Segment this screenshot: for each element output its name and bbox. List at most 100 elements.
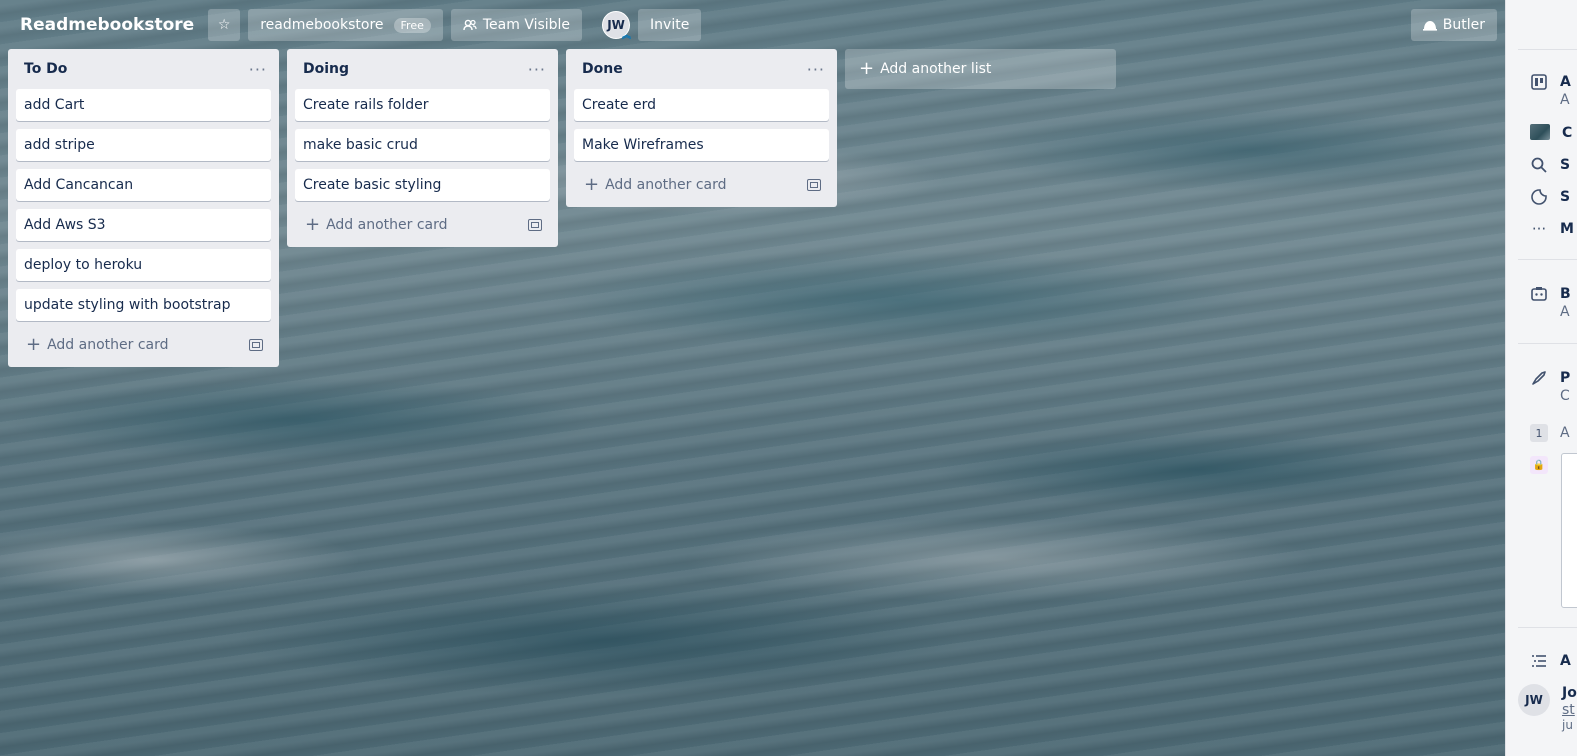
activity-link[interactable]: st xyxy=(1562,702,1577,718)
avatar[interactable]: JW xyxy=(1518,684,1550,716)
add-card-label: Add another card xyxy=(47,337,169,353)
team-visible-icon xyxy=(463,19,477,31)
card-template-icon[interactable] xyxy=(807,179,821,191)
add-card-label: Add another card xyxy=(326,217,448,233)
list-doing: Doing ··· Create rails folder make basic… xyxy=(287,49,558,247)
sticker-icon xyxy=(1531,189,1547,205)
list-footer: + Add another card xyxy=(566,169,837,201)
visibility-label: Team Visible xyxy=(482,17,571,33)
list-header: Doing ··· xyxy=(287,49,558,89)
list-title[interactable]: Done xyxy=(582,61,623,77)
search-icon xyxy=(1531,157,1547,173)
butler-button[interactable]: Butler xyxy=(1410,9,1497,41)
sidebar-header xyxy=(1518,0,1577,50)
sidebar-item-more[interactable]: ··· M xyxy=(1530,220,1574,238)
plus-icon: + xyxy=(584,174,600,195)
sidebar-item-sub: A xyxy=(1560,92,1570,108)
power-up-icon xyxy=(1532,371,1546,385)
card-template-icon[interactable] xyxy=(528,219,542,231)
card[interactable]: Create basic styling xyxy=(295,169,550,201)
add-card-label: Add another card xyxy=(605,177,727,193)
list-footer: + Add another card xyxy=(287,209,558,241)
activity-label: A xyxy=(1560,653,1571,669)
sidebar-activity-header: A xyxy=(1530,652,1571,670)
plus-icon: + xyxy=(305,214,321,235)
sidebar-item-label: S xyxy=(1560,189,1571,205)
sidebar-item-label: M xyxy=(1560,221,1574,237)
list-header: Done ··· xyxy=(566,49,837,89)
sidebar-item-sub: C xyxy=(1560,388,1570,404)
card[interactable]: update styling with bootstrap xyxy=(16,289,271,321)
add-card-button[interactable]: + Add another card xyxy=(584,174,727,195)
member-avatar[interactable]: JW ︽ xyxy=(602,11,631,41)
powerup-preview-box[interactable] xyxy=(1561,453,1577,608)
sidebar-divider xyxy=(1518,259,1577,260)
card[interactable]: Add Cancancan xyxy=(16,169,271,201)
card[interactable]: add Cart xyxy=(16,89,271,121)
activity-time: ju xyxy=(1562,718,1573,732)
board-menu-sidebar: A A C S S ··· M B A P C 1 A 🔒 A JW Jo st… xyxy=(1505,0,1577,756)
more-icon: ··· xyxy=(1531,220,1547,238)
sidebar-item-label: A xyxy=(1560,74,1571,90)
sidebar-divider xyxy=(1518,627,1577,628)
list-done: Done ··· Create erd Make Wireframes + Ad… xyxy=(566,49,837,207)
sidebar-item-change-background[interactable]: C xyxy=(1530,124,1572,142)
workspace-name: readmebookstore xyxy=(260,17,384,33)
sidebar-item-search[interactable]: S xyxy=(1530,156,1570,174)
star-button[interactable]: ☆ xyxy=(208,9,241,41)
visibility-button[interactable]: Team Visible xyxy=(450,9,583,41)
card[interactable]: add stripe xyxy=(16,129,271,161)
sidebar-item-butler[interactable]: B A xyxy=(1530,285,1571,321)
add-list-label: Add another list xyxy=(880,61,992,77)
list-title[interactable]: Doing xyxy=(303,61,349,77)
activity-entry: JW Jo st ju xyxy=(1518,684,1577,732)
card[interactable]: Create erd xyxy=(574,89,829,121)
card[interactable]: Create rails folder xyxy=(295,89,550,121)
invite-label: Invite xyxy=(650,17,690,33)
sidebar-item-sub: A xyxy=(1560,304,1570,320)
list-to-do: To Do ··· add Cart add stripe Add Cancan… xyxy=(8,49,279,367)
card-template-icon[interactable] xyxy=(249,339,263,351)
count-text: A xyxy=(1560,425,1570,441)
card[interactable]: Add Aws S3 xyxy=(16,209,271,241)
card[interactable]: deploy to heroku xyxy=(16,249,271,281)
list-menu-icon[interactable]: ··· xyxy=(249,60,267,79)
board-header: Readmebookstore ☆ readmebookstore Free T… xyxy=(0,0,1505,50)
add-card-button[interactable]: + Add another card xyxy=(305,214,448,235)
list-menu-icon[interactable]: ··· xyxy=(807,60,825,79)
count-badge: 1 xyxy=(1530,424,1548,442)
invite-button[interactable]: Invite xyxy=(638,9,702,41)
add-list-button[interactable]: + Add another list xyxy=(845,49,1116,89)
butler-icon xyxy=(1422,21,1437,31)
plus-icon: + xyxy=(859,58,875,79)
card[interactable]: make basic crud xyxy=(295,129,550,161)
workspace-button[interactable]: readmebookstore Free xyxy=(248,9,443,41)
plan-badge: Free xyxy=(393,17,431,33)
sidebar-item-about[interactable]: A A xyxy=(1530,73,1571,109)
sidebar-divider xyxy=(1518,343,1577,344)
activity-icon xyxy=(1532,655,1546,667)
board-title[interactable]: Readmebookstore xyxy=(12,9,202,41)
sidebar-item-label: B xyxy=(1560,286,1571,302)
sidebar-locked-item: 🔒 xyxy=(1530,456,1548,474)
sidebar-item-label: C xyxy=(1562,125,1573,141)
butler-icon xyxy=(1531,287,1547,301)
card[interactable]: Make Wireframes xyxy=(574,129,829,161)
sidebar-powerup-count: 1 A xyxy=(1530,424,1570,442)
plus-icon: + xyxy=(26,334,42,355)
activity-user-name[interactable]: Jo xyxy=(1562,684,1577,702)
list-header: To Do ··· xyxy=(8,49,279,89)
sidebar-item-power-ups[interactable]: P C xyxy=(1530,369,1570,405)
sidebar-item-stickers[interactable]: S xyxy=(1530,188,1570,206)
lock-icon: 🔒 xyxy=(1530,456,1548,474)
board-icon xyxy=(1531,74,1547,90)
sidebar-item-label: P xyxy=(1560,370,1571,386)
list-title[interactable]: To Do xyxy=(24,61,67,77)
star-icon: ☆ xyxy=(217,17,231,33)
board-lists: To Do ··· add Cart add stripe Add Cancan… xyxy=(8,49,1116,367)
sidebar-item-label: S xyxy=(1560,157,1571,173)
list-footer: + Add another card xyxy=(8,329,279,361)
list-menu-icon[interactable]: ··· xyxy=(528,60,546,79)
add-card-button[interactable]: + Add another card xyxy=(26,334,169,355)
background-thumbnail xyxy=(1530,124,1550,140)
